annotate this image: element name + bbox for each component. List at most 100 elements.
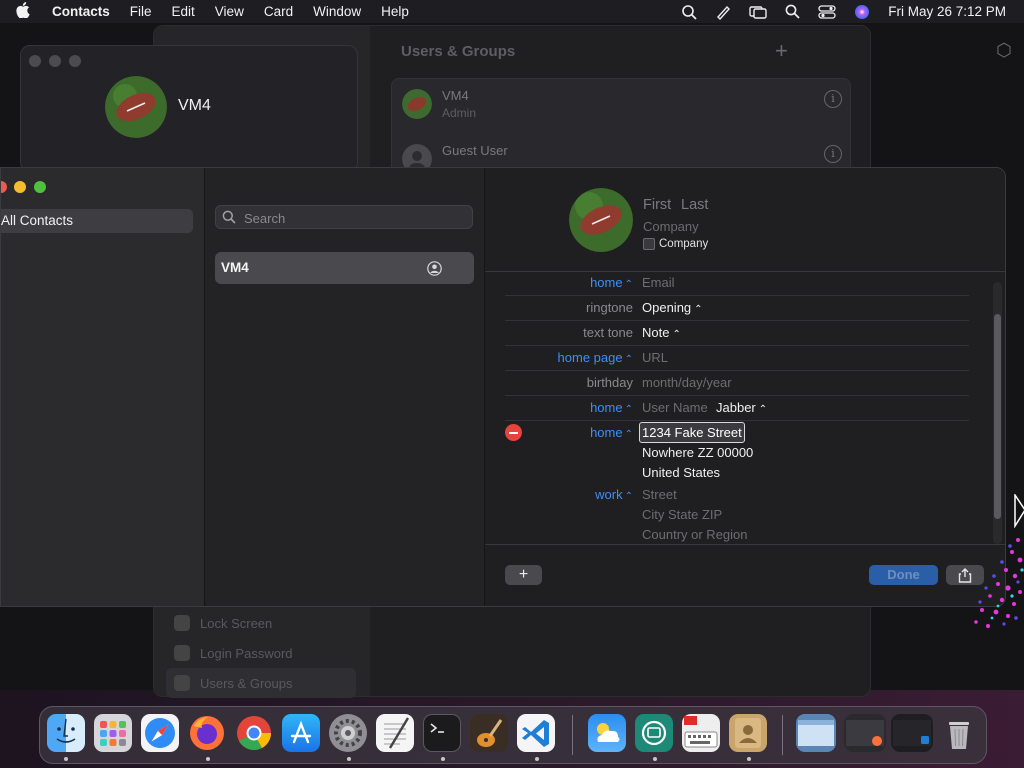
firefox-icon[interactable] <box>188 714 226 752</box>
running-indicator <box>206 757 210 761</box>
ringtone-label: ringtone <box>586 300 633 315</box>
user-avatar <box>402 89 432 119</box>
trash-icon[interactable] <box>940 714 978 752</box>
weather-icon[interactable] <box>588 714 626 752</box>
contact-photo[interactable] <box>569 188 633 252</box>
close-button[interactable] <box>29 55 41 67</box>
minimize-button[interactable] <box>49 55 61 67</box>
text-tone-label: text tone <box>583 325 633 340</box>
chrome-icon[interactable] <box>235 714 273 752</box>
menu-view[interactable]: View <box>215 4 244 19</box>
contact-list-item[interactable]: VM4 <box>215 252 474 284</box>
screen-mirroring-icon[interactable] <box>749 5 767 19</box>
menu-clock[interactable]: Fri May 26 7:12 PM <box>888 4 1006 19</box>
sidebar-item-all-contacts[interactable]: All Contacts <box>1 209 193 233</box>
textedit-icon[interactable] <box>376 714 414 752</box>
settings-page-title: Users & Groups <box>401 43 516 60</box>
person-icon <box>427 261 442 281</box>
running-indicator <box>747 757 751 761</box>
keyboard-icon[interactable] <box>682 714 720 752</box>
birthday-field[interactable]: month/day/year <box>642 375 732 390</box>
menu-card[interactable]: Card <box>264 4 293 19</box>
im-username-field[interactable]: User Name <box>642 400 708 415</box>
work-label-popup[interactable]: work ⌃ <box>595 487 633 502</box>
menu-bar: Contacts File Edit View Card Window Help… <box>0 0 1024 23</box>
launchpad-icon[interactable] <box>94 714 132 752</box>
email-field[interactable]: Email <box>642 275 675 290</box>
email-label-popup[interactable]: home ⌃ <box>590 275 633 290</box>
work-city-field[interactable]: City State ZIP <box>642 507 722 522</box>
im-label-popup[interactable]: home ⌃ <box>590 400 633 415</box>
menu-app-name[interactable]: Contacts <box>52 4 110 19</box>
contact-list-pane: VM4 <box>205 168 485 606</box>
safari-icon[interactable] <box>141 714 179 752</box>
close-button[interactable] <box>1 181 7 193</box>
terminal-icon[interactable] <box>423 714 461 752</box>
window-preview-3[interactable] <box>891 714 933 752</box>
scrollbar[interactable] <box>993 282 1002 544</box>
contact-detail-pane: First Last Company Company home ⌃ Email r… <box>485 168 1005 606</box>
chevron-updown-icon: ⌃ <box>694 304 703 315</box>
users-list-card: VM4 Admin i Guest User i <box>391 78 851 180</box>
accessibility-zoom-icon[interactable] <box>681 4 697 20</box>
search-input[interactable] <box>242 208 466 228</box>
running-indicator <box>535 757 539 761</box>
menu-file[interactable]: File <box>130 4 152 19</box>
birthday-label: birthday <box>586 375 633 390</box>
city-field[interactable]: Nowhere ZZ 00000 <box>642 445 753 460</box>
company-field[interactable]: Company <box>643 219 699 234</box>
window-preview-2[interactable] <box>844 714 886 752</box>
scrollbar-thumb[interactable] <box>994 314 1001 519</box>
running-indicator <box>653 757 657 761</box>
street-field[interactable]: 1234 Fake Street <box>639 422 745 443</box>
app-store-icon[interactable] <box>282 714 320 752</box>
checkbox-icon <box>643 238 655 250</box>
search-field[interactable] <box>215 205 473 229</box>
control-center-icon[interactable] <box>818 4 836 19</box>
sidebar-item-login-password[interactable]: Login Password <box>166 638 356 668</box>
spotlight-search-icon[interactable] <box>785 4 800 19</box>
homepage-label-popup[interactable]: home page ⌃ <box>558 350 633 365</box>
last-name-field[interactable]: Last <box>681 197 708 213</box>
minimize-button[interactable] <box>14 181 26 193</box>
apple-menu-icon[interactable] <box>16 1 38 22</box>
sidebar-item-users-groups[interactable]: Users & Groups <box>166 668 356 698</box>
company-checkbox[interactable]: Company <box>643 238 708 250</box>
address-label-popup[interactable]: home ⌃ <box>590 425 633 440</box>
screen-sharing-icon[interactable] <box>635 714 673 752</box>
add-field-button[interactable]: + <box>505 565 542 585</box>
add-user-icon[interactable]: + <box>775 38 788 64</box>
window-preview-1[interactable] <box>796 714 836 752</box>
sidebar-item-lock-screen[interactable]: Lock Screen <box>166 608 356 638</box>
country-field[interactable]: United States <box>642 465 720 480</box>
siri-icon[interactable] <box>854 4 870 20</box>
user-name: Guest User <box>442 143 508 158</box>
first-name-field[interactable]: First <box>643 197 671 213</box>
menu-edit[interactable]: Edit <box>172 4 195 19</box>
info-icon[interactable]: i <box>824 145 842 163</box>
users-icon <box>174 675 190 691</box>
work-street-field[interactable]: Street <box>642 487 677 502</box>
wallpaper-sparkles <box>974 538 1024 628</box>
info-icon[interactable]: i <box>824 90 842 108</box>
chevron-updown-icon: ⌃ <box>624 279 633 290</box>
pen-icon[interactable] <box>715 4 731 20</box>
text-tone-popup[interactable]: Note ⌃ <box>642 325 681 340</box>
url-field[interactable]: URL <box>642 350 668 365</box>
done-button[interactable]: Done <box>869 565 938 585</box>
vscode-icon[interactable] <box>517 714 555 752</box>
system-settings-icon[interactable] <box>329 714 367 752</box>
im-service-popup[interactable]: Jabber ⌃ <box>716 400 767 415</box>
menu-help[interactable]: Help <box>381 4 409 19</box>
chevron-updown-icon: ⌃ <box>624 404 633 415</box>
finder-icon[interactable] <box>47 714 85 752</box>
zoom-button[interactable] <box>34 181 46 193</box>
work-country-field[interactable]: Country or Region <box>642 527 748 542</box>
key-icon <box>174 645 190 661</box>
ringtone-popup[interactable]: Opening ⌃ <box>642 300 703 315</box>
menu-window[interactable]: Window <box>313 4 361 19</box>
user-row-vm4[interactable]: VM4 Admin i <box>402 79 842 129</box>
contacts-icon[interactable] <box>729 714 767 752</box>
garageband-icon[interactable] <box>470 714 508 752</box>
zoom-button[interactable] <box>69 55 81 67</box>
